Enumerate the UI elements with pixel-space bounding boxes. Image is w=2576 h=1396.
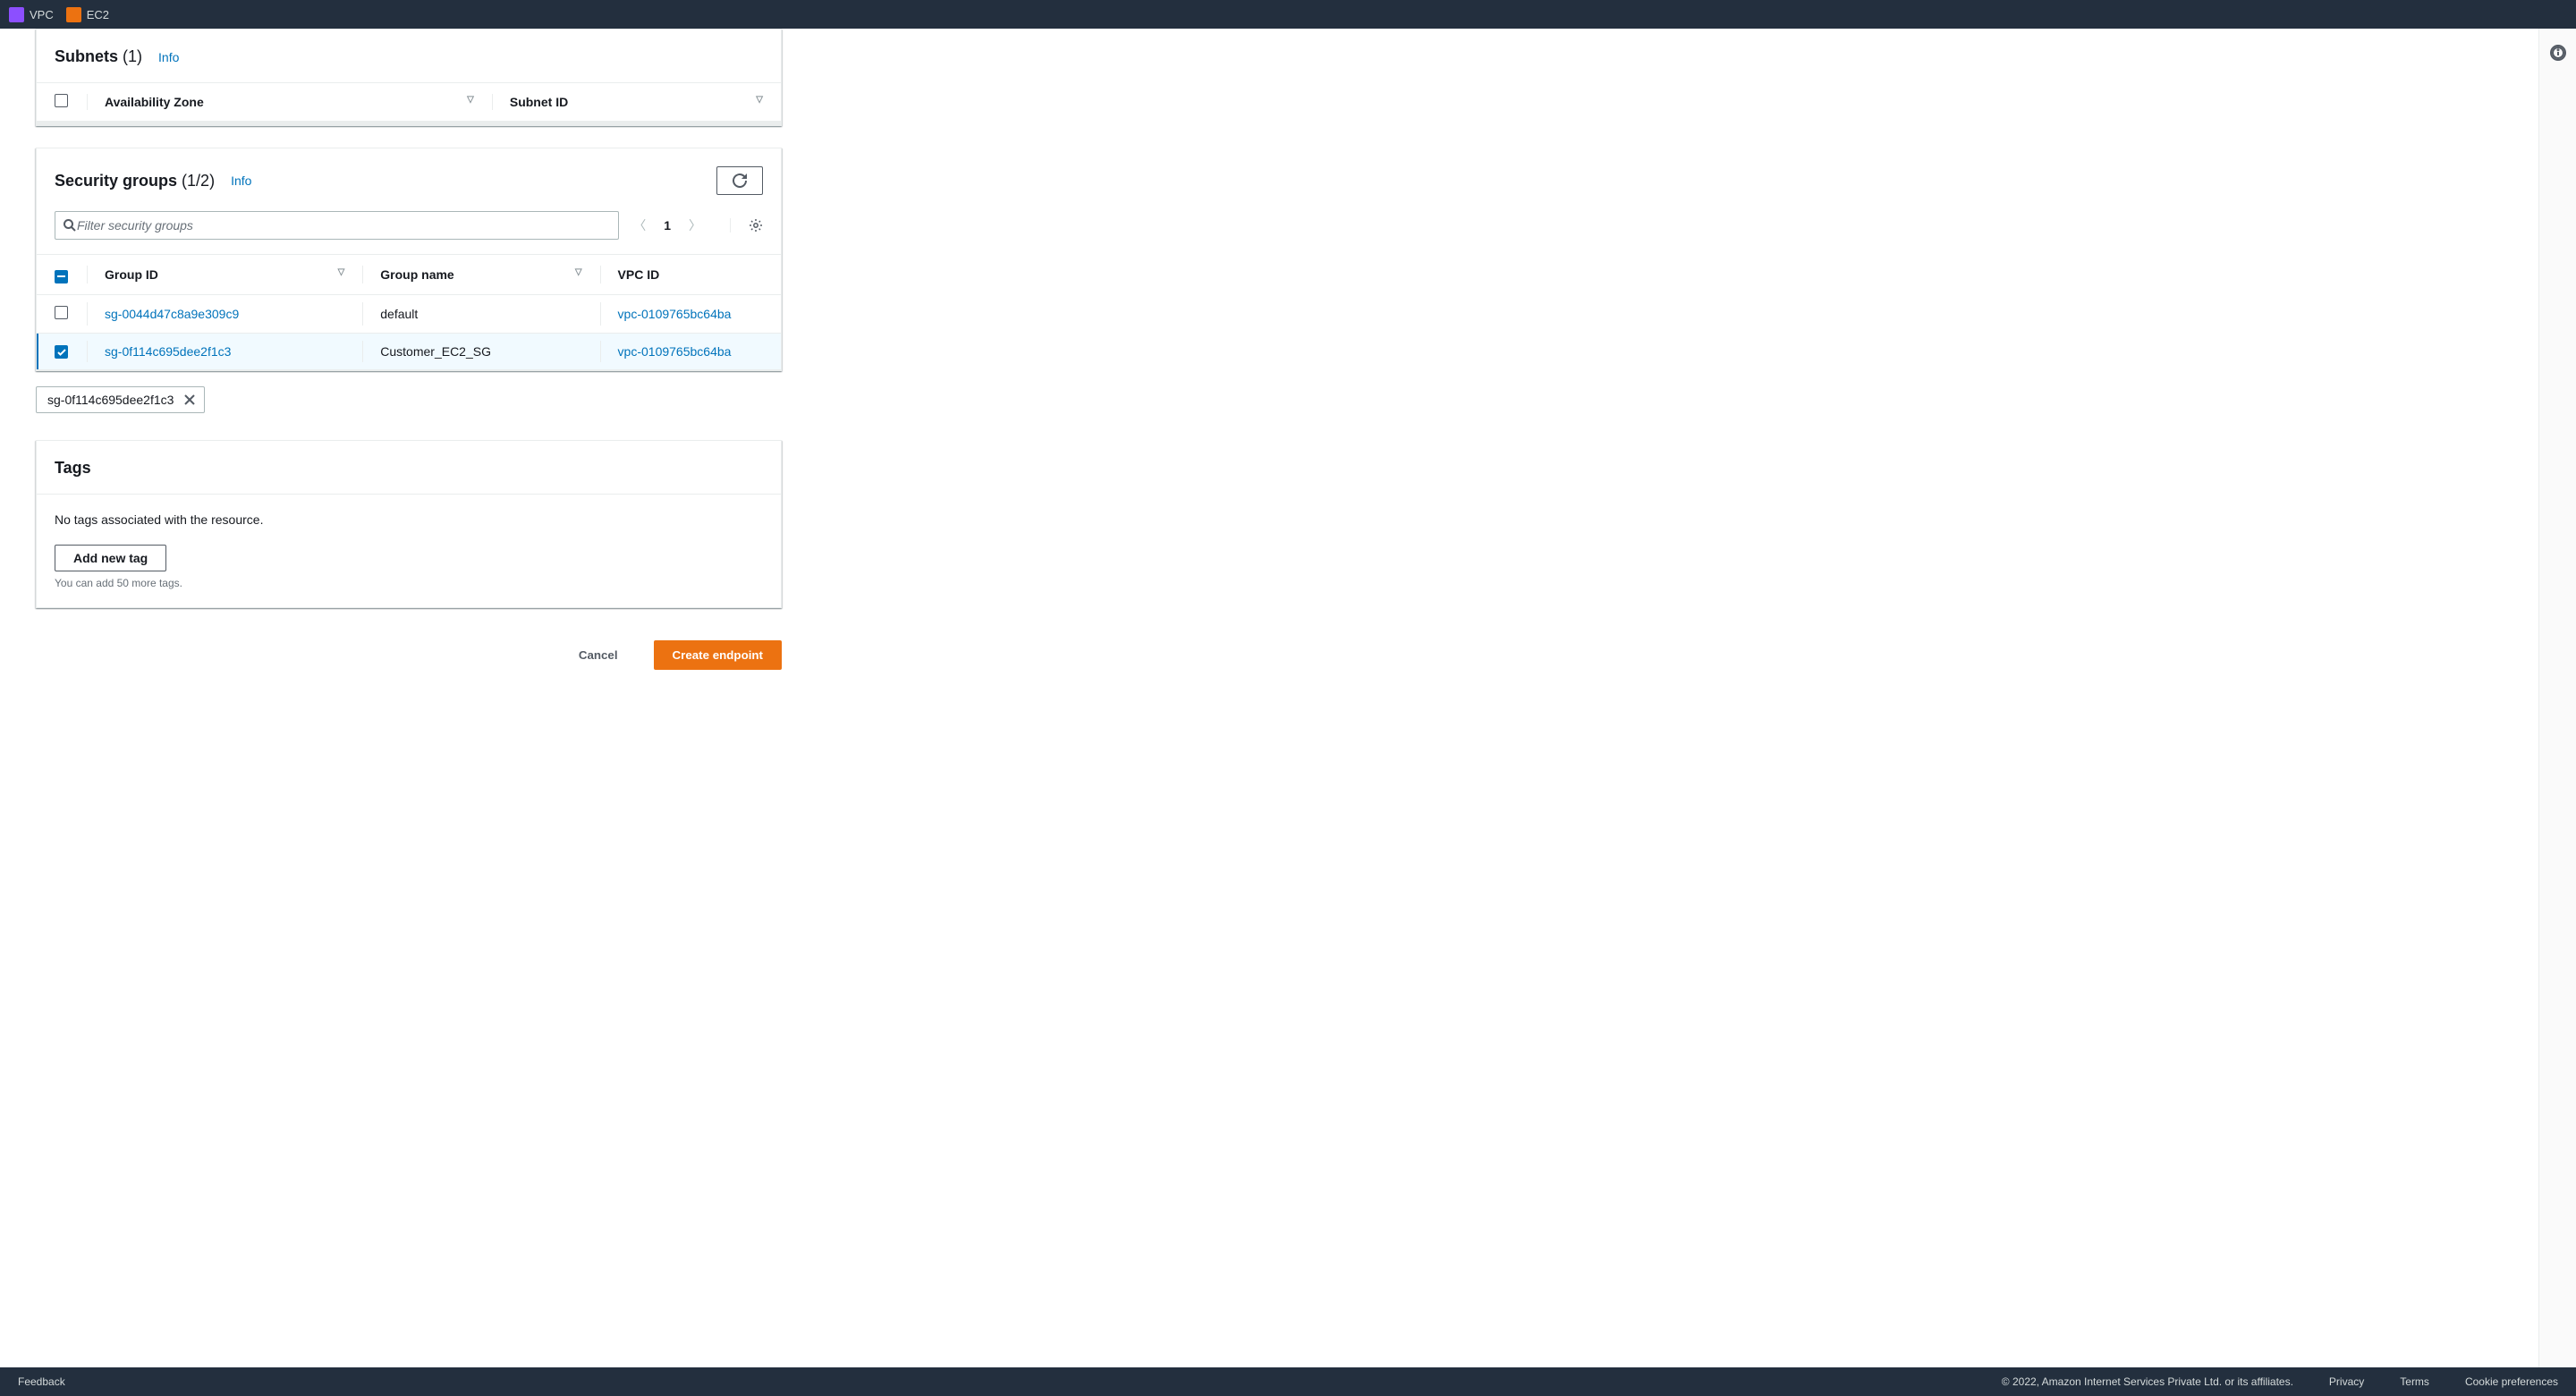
sg-info-link[interactable]: Info xyxy=(231,173,251,188)
sort-icon: ▽ xyxy=(467,95,474,105)
col-group-name[interactable]: Group name ▽ xyxy=(362,255,599,294)
vpc-icon xyxy=(9,7,24,22)
col-group-id[interactable]: Group ID ▽ xyxy=(87,255,362,294)
refresh-icon xyxy=(733,173,747,188)
help-panel-toggle[interactable] xyxy=(2550,45,2566,61)
group-id-link[interactable]: sg-0044d47c8a9e309c9 xyxy=(105,307,239,321)
sg-select-all-header xyxy=(37,255,87,294)
sg-header: Security groups (1/2) Info xyxy=(37,148,781,211)
footer-copyright: © 2022, Amazon Internet Services Private… xyxy=(2002,1375,2293,1388)
sort-icon: ▽ xyxy=(338,267,345,277)
tags-title: Tags xyxy=(55,459,91,478)
top-service-bar: VPC EC2 xyxy=(0,0,2576,29)
sg-count: (1/2) xyxy=(182,172,215,190)
right-rail xyxy=(2538,29,2576,1367)
col-availability-zone[interactable]: Availability Zone ▽ xyxy=(87,83,492,122)
footer-cookie-link[interactable]: Cookie preferences xyxy=(2465,1375,2558,1388)
page-next[interactable]: 〉 xyxy=(689,216,701,234)
footer-terms-link[interactable]: Terms xyxy=(2400,1375,2429,1388)
token-label: sg-0f114c695dee2f1c3 xyxy=(47,393,174,407)
subnets-table-wrap: Availability Zone ▽ Subnet ID ▽ xyxy=(37,82,781,125)
subnets-count: (1) xyxy=(123,47,142,65)
col-label: Group name xyxy=(380,267,453,282)
col-label: Subnet ID xyxy=(510,95,568,109)
create-endpoint-button[interactable]: Create endpoint xyxy=(654,640,782,670)
table-row[interactable]: sg-0f114c695dee2f1c3 Customer_EC2_SG vpc… xyxy=(37,333,781,370)
sg-table-wrap[interactable]: Group ID ▽ Group name ▽ VPC ID xyxy=(37,254,781,370)
sort-icon: ▽ xyxy=(756,95,763,105)
sg-table-controls: 〈 1 〉 xyxy=(37,211,781,254)
table-row[interactable]: sg-0044d47c8a9e309c9 default vpc-0109765… xyxy=(37,294,781,333)
service-link-ec2[interactable]: EC2 xyxy=(66,7,109,22)
row-checkbox[interactable] xyxy=(55,345,68,359)
ec2-icon xyxy=(66,7,81,22)
subnets-panel: Subnets (1) Info Availability Zone ▽ xyxy=(36,29,782,126)
sort-icon: ▽ xyxy=(575,267,582,277)
no-tags-text: No tags associated with the resource. xyxy=(55,512,763,527)
col-label: Availability Zone xyxy=(105,95,204,109)
service-label: VPC xyxy=(30,8,54,21)
form-actions: Cancel Create endpoint xyxy=(36,630,782,706)
gear-icon xyxy=(749,218,763,233)
refresh-button[interactable] xyxy=(716,166,763,195)
col-vpc-id[interactable]: VPC ID xyxy=(600,255,781,294)
security-groups-panel: Security groups (1/2) Info 〈 1 〉 xyxy=(36,148,782,371)
footer-right: © 2022, Amazon Internet Services Private… xyxy=(2002,1375,2558,1388)
select-all-checkbox[interactable] xyxy=(55,94,68,107)
group-name-text: Customer_EC2_SG xyxy=(380,344,491,359)
sg-title: Security groups (1/2) xyxy=(55,172,215,190)
main-content: Subnets (1) Info Availability Zone ▽ xyxy=(0,29,2538,1367)
page-number: 1 xyxy=(664,218,671,233)
pagination: 〈 1 〉 xyxy=(633,216,763,234)
col-label: Group ID xyxy=(105,267,158,282)
info-icon xyxy=(2552,47,2564,59)
row-checkbox[interactable] xyxy=(55,306,68,319)
sg-search[interactable] xyxy=(55,211,619,240)
tags-hint: You can add 50 more tags. xyxy=(55,577,763,589)
col-label: VPC ID xyxy=(618,267,660,282)
footer-privacy-link[interactable]: Privacy xyxy=(2329,1375,2364,1388)
search-icon xyxy=(63,218,77,233)
service-label: EC2 xyxy=(87,8,109,21)
vpc-id-link[interactable]: vpc-0109765bc64ba xyxy=(618,307,732,321)
footer-bar: Feedback © 2022, Amazon Internet Service… xyxy=(0,1367,2576,1396)
subnets-table: Availability Zone ▽ Subnet ID ▽ xyxy=(37,83,781,122)
title-text: Subnets xyxy=(55,47,118,65)
table-settings-button[interactable] xyxy=(730,218,763,233)
group-name-text: default xyxy=(380,307,418,321)
subnets-title: Subnets (1) xyxy=(55,47,142,66)
col-subnet-id[interactable]: Subnet ID ▽ xyxy=(492,83,781,122)
sg-table: Group ID ▽ Group name ▽ VPC ID xyxy=(37,255,781,370)
feedback-link[interactable]: Feedback xyxy=(18,1375,65,1388)
title-text: Security groups xyxy=(55,172,177,190)
cancel-button[interactable]: Cancel xyxy=(561,640,636,670)
group-id-link[interactable]: sg-0f114c695dee2f1c3 xyxy=(105,344,231,359)
tags-panel: Tags No tags associated with the resourc… xyxy=(36,440,782,608)
vpc-id-link[interactable]: vpc-0109765bc64ba xyxy=(618,344,732,359)
close-icon xyxy=(184,394,195,405)
subnets-header: Subnets (1) Info xyxy=(37,30,781,82)
subnets-info-link[interactable]: Info xyxy=(158,50,179,64)
add-tag-button[interactable]: Add new tag xyxy=(55,545,166,571)
tags-body: No tags associated with the resource. Ad… xyxy=(37,494,781,607)
service-link-vpc[interactable]: VPC xyxy=(9,7,54,22)
sg-select-all-checkbox[interactable] xyxy=(55,270,68,283)
select-all-header xyxy=(37,83,87,122)
token-remove-button[interactable] xyxy=(184,394,195,405)
sg-search-input[interactable] xyxy=(77,218,611,233)
page-prev[interactable]: 〈 xyxy=(633,216,646,234)
tags-header: Tags xyxy=(37,441,781,494)
selected-sg-token: sg-0f114c695dee2f1c3 xyxy=(36,386,205,413)
check-icon xyxy=(57,349,66,356)
